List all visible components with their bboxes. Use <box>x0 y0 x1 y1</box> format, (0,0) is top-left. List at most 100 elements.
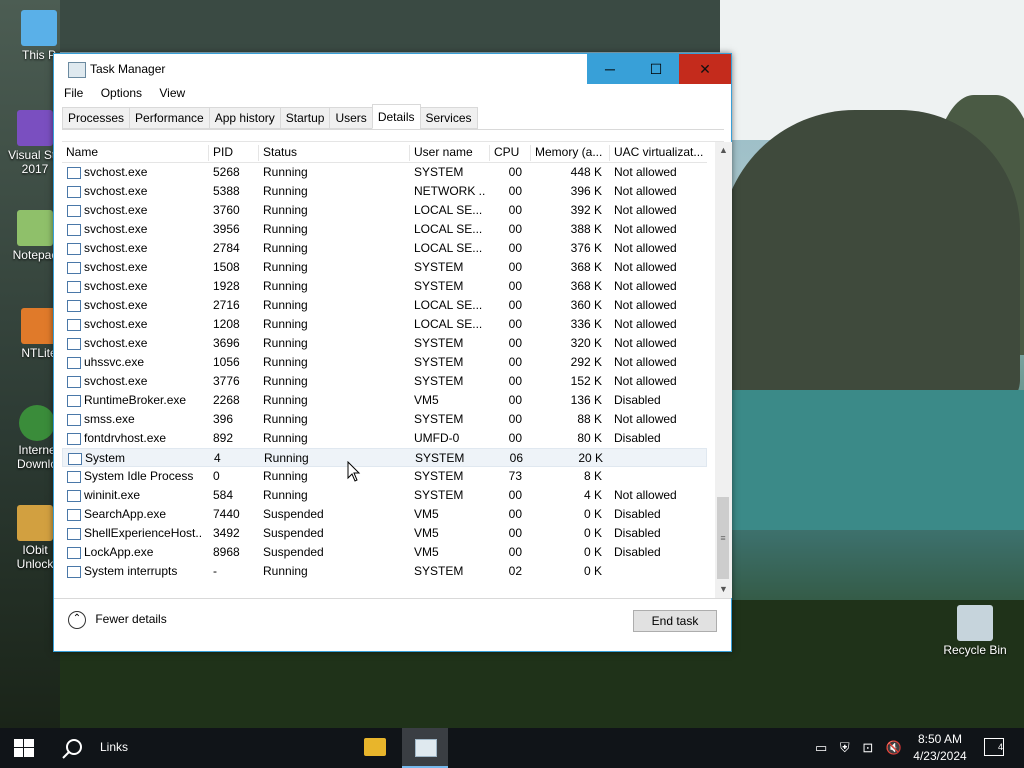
table-row[interactable]: svchost.exe 2716 Running LOCAL SE... 00 360 K… <box>62 296 707 315</box>
display-icon[interactable]: ▭ <box>815 740 827 755</box>
security-shield-icon[interactable]: ⛨ <box>840 740 850 755</box>
process-uac: Not allowed <box>614 317 677 331</box>
table-row[interactable]: RuntimeBroker.exe 2268 Running VM5 00 136 K Di… <box>62 391 707 410</box>
menu-view[interactable]: View <box>159 86 185 100</box>
menu-options[interactable]: Options <box>101 86 142 100</box>
process-cpu: 00 <box>508 165 522 179</box>
process-user: VM5 <box>414 526 439 540</box>
table-row[interactable]: svchost.exe 3696 Running SYSTEM 00 320 K Not a… <box>62 334 707 353</box>
maximize-button[interactable]: ☐ <box>633 54 679 84</box>
process-user: SYSTEM <box>414 374 464 388</box>
close-button[interactable]: ✕ <box>679 54 731 84</box>
process-icon <box>67 395 81 407</box>
process-uac: Disabled <box>614 526 661 540</box>
taskbar-task-manager[interactable] <box>402 728 448 768</box>
process-user: VM5 <box>414 545 439 559</box>
search-icon[interactable] <box>60 737 84 761</box>
table-row[interactable]: svchost.exe 1208 Running LOCAL SE... 00 336 K… <box>62 315 707 334</box>
scroll-up-icon[interactable]: ▲ <box>715 142 732 159</box>
clock-time: 8:50 AM <box>917 732 963 746</box>
clock[interactable]: 8:50 AM 4/23/2024 <box>900 731 980 765</box>
process-user: SYSTEM <box>414 279 464 293</box>
tab-performance[interactable]: Performance <box>129 107 210 129</box>
process-status: Running <box>263 488 308 502</box>
process-icon <box>67 357 81 369</box>
links-toolbar[interactable]: Links <box>100 740 128 754</box>
network-icon[interactable]: ⊡ <box>862 740 873 755</box>
tab-services[interactable]: Services <box>419 107 478 129</box>
table-row[interactable]: SearchApp.exe 7440 Suspended VM5 00 0 K Disabl… <box>62 505 707 524</box>
table-row[interactable]: svchost.exe 5388 Running NETWORK ... 00 396 K… <box>62 182 707 201</box>
fewer-details-button[interactable]: ⌃ Fewer details <box>68 611 167 631</box>
process-pid: 3760 <box>213 203 240 217</box>
process-cpu: 00 <box>508 545 522 559</box>
windows-start-icon[interactable] <box>14 739 34 757</box>
column-header-cpu[interactable]: CPU <box>489 145 530 161</box>
tab-app-history[interactable]: App history <box>208 107 281 129</box>
wallpaper-cave <box>60 0 720 52</box>
menu-bar: File Options View <box>64 86 199 104</box>
tab-startup[interactable]: Startup <box>279 107 331 129</box>
desktop-icon-recycle-bin[interactable]: Recycle Bin <box>940 605 1010 657</box>
table-row[interactable]: svchost.exe 1508 Running SYSTEM 00 368 K Not a… <box>62 258 707 277</box>
scrollbar-thumb[interactable]: ≡ <box>717 497 729 579</box>
process-memory: 136 K <box>570 393 602 407</box>
process-status: Running <box>263 355 308 369</box>
title-bar[interactable]: Task Manager ─ ☐ ✕ <box>54 54 731 84</box>
process-pid: - <box>213 564 217 578</box>
table-row[interactable]: svchost.exe 3776 Running SYSTEM 00 152 K Not a… <box>62 372 707 391</box>
table-row[interactable]: svchost.exe 3760 Running LOCAL SE... 00 392 K… <box>62 201 707 220</box>
scroll-down-icon[interactable]: ▼ <box>715 581 732 598</box>
process-user: UMFD-0 <box>414 431 460 445</box>
process-cpu: 00 <box>508 279 522 293</box>
process-user: VM5 <box>414 393 439 407</box>
column-header-name[interactable]: Name <box>62 145 206 161</box>
table-row[interactable]: fontdrvhost.exe 892 Running UMFD-0 00 80 K Dis… <box>62 429 707 448</box>
table-row[interactable]: LockApp.exe 8968 Suspended VM5 00 0 K Disabled <box>62 543 707 562</box>
wallpaper-water <box>720 390 1024 530</box>
table-row[interactable]: svchost.exe 1928 Running SYSTEM 00 368 K Not a… <box>62 277 707 296</box>
minimize-button[interactable]: ─ <box>587 54 633 84</box>
tab-processes[interactable]: Processes <box>62 107 131 129</box>
table-row[interactable]: System Idle Process 0 Running SYSTEM 73 8 K <box>62 467 707 486</box>
process-icon <box>67 471 81 483</box>
process-cpu: 06 <box>509 451 523 465</box>
process-name: RuntimeBroker.exe <box>84 393 187 407</box>
column-header-uac[interactable]: UAC virtualizat... <box>609 145 710 161</box>
table-row[interactable]: uhssvc.exe 1056 Running SYSTEM 00 292 K Not al… <box>62 353 707 372</box>
process-memory: 0 K <box>583 564 602 578</box>
tab-users[interactable]: Users <box>329 107 373 129</box>
notepad-icon <box>17 210 53 246</box>
table-row[interactable]: ShellExperienceHost.... 3492 Suspended VM5 0… <box>62 524 707 543</box>
table-row[interactable]: System 4 Running SYSTEM 06 20 K <box>62 448 707 467</box>
column-header-status[interactable]: Status <box>258 145 408 161</box>
table-row[interactable]: svchost.exe 3956 Running LOCAL SE... 00 388 K… <box>62 220 707 239</box>
notification-center-icon[interactable]: 4 <box>984 738 1004 756</box>
file-explorer-icon[interactable] <box>364 738 386 756</box>
process-name: svchost.exe <box>84 298 148 312</box>
table-row[interactable]: System interrupts - Running SYSTEM 02 0 K <box>62 562 707 581</box>
menu-file[interactable]: File <box>64 86 83 100</box>
table-row[interactable]: svchost.exe 5268 Running SYSTEM 00 448 K Not a… <box>62 163 707 182</box>
column-header-pid[interactable]: PID <box>208 145 257 161</box>
vertical-scrollbar[interactable]: ▲ ≡ ▼ <box>715 142 732 598</box>
process-user: LOCAL SE... <box>414 203 483 217</box>
process-pid: 3696 <box>213 336 240 350</box>
process-name: wininit.exe <box>84 488 141 502</box>
tab-details[interactable]: Details <box>371 104 421 129</box>
end-task-button[interactable]: End task <box>633 610 717 632</box>
table-row[interactable]: smss.exe 396 Running SYSTEM 00 88 K Not allowe… <box>62 410 707 429</box>
column-header-user-name[interactable]: User name <box>409 145 488 161</box>
process-name: System interrupts <box>84 564 178 578</box>
process-user: SYSTEM <box>414 488 464 502</box>
process-icon <box>67 281 81 293</box>
column-header-memory[interactable]: Memory (a... <box>530 145 611 161</box>
process-status: Running <box>263 393 308 407</box>
process-status: Running <box>264 451 309 465</box>
process-icon <box>67 509 81 521</box>
process-status: Running <box>263 241 308 255</box>
table-row[interactable]: wininit.exe 584 Running SYSTEM 00 4 K Not allo… <box>62 486 707 505</box>
process-status: Running <box>263 222 308 236</box>
process-memory: 320 K <box>570 336 602 350</box>
table-row[interactable]: svchost.exe 2784 Running LOCAL SE... 00 376 K… <box>62 239 707 258</box>
